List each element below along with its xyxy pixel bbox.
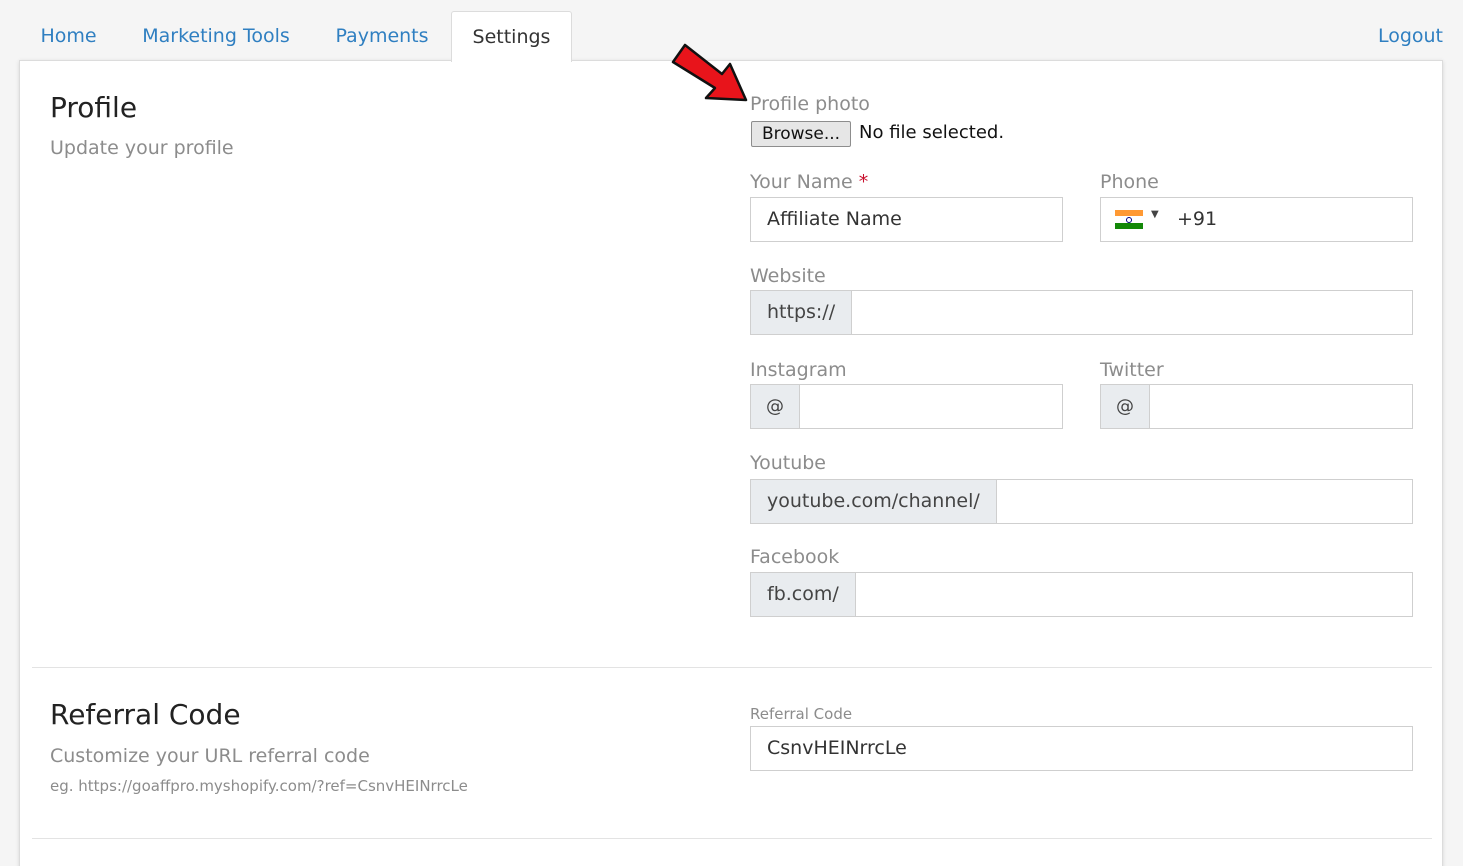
red-arrow-icon [671,43,748,102]
profile-photo-label: Profile photo [750,93,870,115]
tab-home[interactable]: Home [20,11,117,61]
facebook-label: Facebook [750,546,840,568]
website-label: Website [750,265,826,287]
website-input-group: https:// [750,290,1413,335]
youtube-prefix: youtube.com/channel/ [751,480,997,523]
logout-link[interactable]: Logout [1378,11,1443,61]
tab-settings[interactable]: Settings [451,11,572,62]
twitter-input[interactable] [1150,385,1412,428]
phone-label: Phone [1100,171,1159,193]
india-flag-icon [1115,210,1143,229]
referral-subtitle: Customize your URL referral code [50,745,370,767]
your-name-input[interactable]: Affiliate Name [750,197,1063,242]
profile-title: Profile [50,91,138,124]
instagram-input-group: @ [750,384,1063,429]
website-input[interactable] [852,291,1412,334]
caret-down-icon: ▼ [1151,209,1159,220]
profile-subtitle: Update your profile [50,137,234,159]
tab-marketing-tools[interactable]: Marketing Tools [120,11,312,61]
youtube-label: Youtube [750,452,826,474]
tab-payments[interactable]: Payments [316,11,448,61]
section-divider [32,667,1432,668]
instagram-input[interactable] [800,385,1062,428]
youtube-input-group: youtube.com/channel/ [750,479,1413,524]
facebook-input[interactable] [856,573,1412,616]
facebook-prefix: fb.com/ [751,573,856,616]
twitter-input-group: @ [1100,384,1413,429]
youtube-input[interactable] [997,480,1412,523]
no-file-text: No file selected. [859,122,1005,143]
your-name-label: Your Name * [750,171,868,193]
your-name-label-text: Your Name [750,171,853,193]
browse-button[interactable]: Browse... [751,121,851,147]
instagram-prefix: @ [751,385,800,428]
referral-code-input[interactable]: CsnvHEINrrcLe [750,726,1413,771]
referral-code-label: Referral Code [750,705,853,723]
phone-value: +91 [1177,208,1218,230]
phone-input[interactable]: ▼ +91 [1100,197,1413,242]
referral-example: eg. https://goaffpro.myshopify.com/?ref=… [50,777,468,795]
section-divider [32,838,1432,839]
twitter-prefix: @ [1101,385,1150,428]
twitter-label: Twitter [1100,359,1164,381]
instagram-label: Instagram [750,359,847,381]
country-selector[interactable]: ▼ [1101,198,1167,241]
website-prefix: https:// [751,291,853,334]
settings-card: Profile Update your profile Profile phot… [19,60,1443,866]
referral-title: Referral Code [50,698,241,731]
required-mark: * [858,171,869,193]
facebook-input-group: fb.com/ [750,572,1413,617]
